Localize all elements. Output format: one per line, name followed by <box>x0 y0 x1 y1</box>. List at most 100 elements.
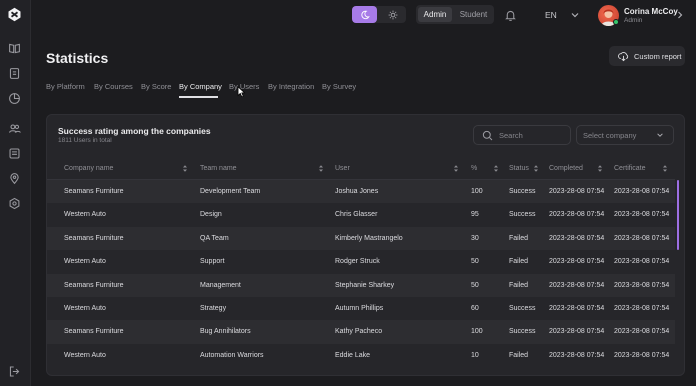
chevron-down-icon <box>657 133 663 137</box>
column-header-company-name[interactable]: Company name <box>64 165 113 172</box>
cell-completed: 2023-28-08 07:54 <box>549 328 605 336</box>
user-name[interactable]: Corina McCoy <box>624 7 678 16</box>
cell-percent: 50 <box>471 281 479 289</box>
cell-status: Failed <box>509 351 529 359</box>
cell-user: Stephanie Sharkey <box>335 281 395 289</box>
book-icon[interactable] <box>8 42 21 55</box>
column-header-user[interactable]: User <box>335 165 350 172</box>
language-selector[interactable]: EN <box>545 10 557 20</box>
cell-completed: 2023-28-08 07:54 <box>549 188 605 195</box>
table-body: Seamans Furniture Development Team Joshua … <box>47 180 675 367</box>
table-row[interactable]: Seamans Furniture Management Stephanie Sha… <box>47 273 675 297</box>
sort-icon[interactable] <box>662 164 668 173</box>
search-placeholder: Search <box>499 130 523 140</box>
chart-icon[interactable] <box>8 92 21 105</box>
table-row[interactable]: Western Auto Automation Warriors Eddie Lak… <box>47 344 675 367</box>
column-header-certificate[interactable]: Certificate <box>614 165 646 172</box>
cell-certificate: 2023-28-08 07:54 <box>614 211 670 219</box>
cell-team-name: Management <box>200 281 241 289</box>
role-student-button[interactable]: Student <box>456 7 491 22</box>
settings-icon[interactable] <box>8 197 21 210</box>
tab-by-company[interactable]: By Company <box>179 82 222 91</box>
cell-company-name: Western Auto <box>64 304 106 312</box>
cell-certificate: 2023-28-08 07:54 <box>614 328 670 336</box>
cell-team-name: QA Team <box>200 234 229 242</box>
cell-company-name: Western Auto <box>64 351 106 359</box>
cell-percent: 60 <box>471 304 479 312</box>
table-row[interactable]: Western Auto Strategy Autumn Phillips 60 Suc… <box>47 297 675 320</box>
cell-team-name: Strategy <box>200 304 227 312</box>
light-mode-button[interactable] <box>380 6 405 23</box>
theme-toggle <box>352 6 406 23</box>
sun-icon <box>388 10 397 19</box>
dark-mode-button[interactable] <box>352 6 377 23</box>
company-success-card: Success rating among the companies 1811 … <box>46 114 685 376</box>
sidebar <box>0 0 31 386</box>
cell-certificate: 2023-28-08 07:54 <box>614 304 670 312</box>
tab-by-courses[interactable]: By Courses <box>94 82 133 91</box>
online-status-dot <box>613 19 619 25</box>
app-logo-icon[interactable] <box>7 7 22 22</box>
moon-icon <box>360 10 370 19</box>
company-select[interactable]: Select company <box>576 125 674 145</box>
cell-user: Chris Glasser <box>335 211 378 219</box>
cell-completed: 2023-28-08 07:54 <box>549 211 605 219</box>
cell-status: Success <box>509 188 536 195</box>
tab-by-score[interactable]: By Score <box>141 82 171 91</box>
cell-percent: 50 <box>471 258 479 266</box>
table-row[interactable]: Seamans Furniture QA Team Kimberly Mastran… <box>47 226 675 251</box>
cell-user: Autumn Phillips <box>335 304 384 312</box>
table-scrollbar[interactable] <box>677 180 679 250</box>
cell-completed: 2023-28-08 07:54 <box>549 234 605 242</box>
company-select-placeholder: Select company <box>583 130 637 140</box>
tab-by-survey[interactable]: By Survey <box>322 82 356 91</box>
column-header-status[interactable]: Status <box>509 165 529 172</box>
bell-icon[interactable] <box>504 9 517 22</box>
cell-percent: 30 <box>471 234 479 242</box>
sort-icon[interactable] <box>453 164 459 173</box>
column-header-team-name[interactable]: Team name <box>200 165 237 172</box>
cell-certificate: 2023-28-08 07:54 <box>614 234 670 242</box>
list-icon[interactable] <box>8 147 21 160</box>
cell-status: Success <box>509 328 536 336</box>
search-input[interactable]: Search <box>473 125 571 145</box>
sort-icon[interactable] <box>493 164 499 173</box>
table-row[interactable]: Western Auto Design Chris Glasser 95 Success… <box>47 203 675 226</box>
table-row[interactable]: Seamans Furniture Bug Annihilators Kathy P… <box>47 320 675 344</box>
document-icon[interactable] <box>8 67 21 80</box>
download-icon <box>618 51 629 61</box>
logout-icon[interactable] <box>8 365 21 378</box>
sort-icon[interactable] <box>533 164 539 173</box>
user-role: Admin <box>624 17 643 24</box>
sort-icon[interactable] <box>597 164 603 173</box>
cell-status: Success <box>509 211 536 219</box>
tab-by-platform[interactable]: By Platform <box>46 82 85 91</box>
cell-company-name: Seamans Furniture <box>64 234 124 242</box>
table-row[interactable]: Western Auto Support Rodger Struck 50 Failed… <box>47 250 675 273</box>
cell-percent: 95 <box>471 211 479 219</box>
tab-by-integration[interactable]: By Integration <box>268 82 314 91</box>
page-title: Statistics <box>46 50 109 66</box>
chevron-down-icon[interactable] <box>570 10 580 20</box>
location-icon[interactable] <box>8 172 21 185</box>
table-row[interactable]: Seamans Furniture Development Team Joshua … <box>47 180 675 204</box>
card-title: Success rating among the companies <box>58 126 211 136</box>
users-icon[interactable] <box>8 122 21 135</box>
column-header-completed[interactable]: Completed <box>549 165 583 172</box>
chevron-right-icon[interactable] <box>676 10 684 20</box>
role-admin-button[interactable]: Admin <box>418 7 452 22</box>
cell-certificate: 2023-28-08 07:54 <box>614 188 670 195</box>
cell-user: Rodger Struck <box>335 258 380 266</box>
cell-user: Joshua Jones <box>335 188 379 195</box>
sort-icon[interactable] <box>182 164 188 173</box>
cell-certificate: 2023-28-08 07:54 <box>614 281 670 289</box>
cell-certificate: 2023-28-08 07:54 <box>614 258 670 266</box>
custom-report-button[interactable]: Custom report <box>609 46 685 66</box>
cell-team-name: Development Team <box>200 188 261 195</box>
role-toggle: Admin Student <box>416 5 494 24</box>
column-header-percent[interactable]: % <box>471 165 477 172</box>
cell-team-name: Support <box>200 258 225 266</box>
cell-company-name: Seamans Furniture <box>64 188 124 195</box>
sort-icon[interactable] <box>318 164 324 173</box>
cell-company-name: Western Auto <box>64 211 106 219</box>
